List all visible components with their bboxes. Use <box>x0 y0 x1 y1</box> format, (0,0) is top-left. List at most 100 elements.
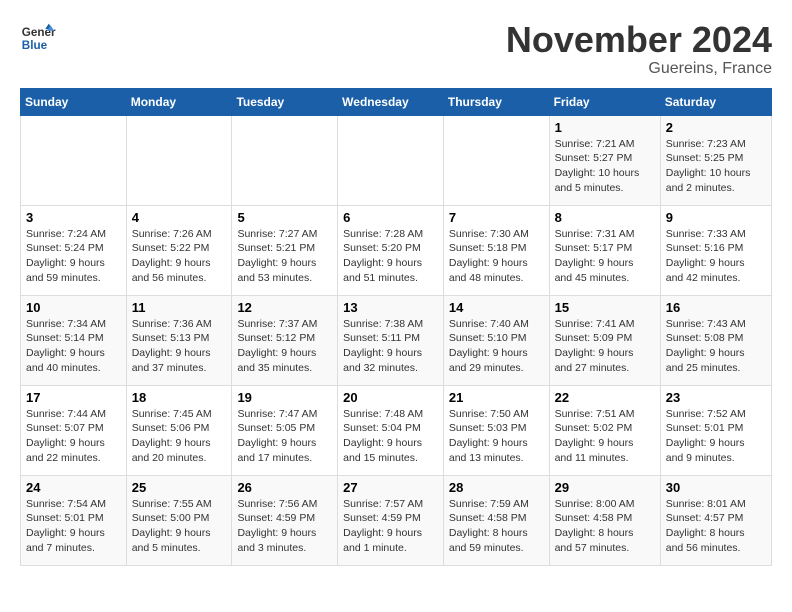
weekday-header-row: SundayMondayTuesdayWednesdayThursdayFrid… <box>21 88 772 115</box>
day-info: Sunrise: 7:31 AM Sunset: 5:17 PM Dayligh… <box>555 227 655 286</box>
day-info: Sunrise: 7:54 AM Sunset: 5:01 PM Dayligh… <box>26 497 121 556</box>
weekday-header-wednesday: Wednesday <box>338 88 444 115</box>
calendar-cell: 17 Sunrise: 7:44 AM Sunset: 5:07 PM Dayli… <box>21 385 127 475</box>
calendar-cell: 14 Sunrise: 7:40 AM Sunset: 5:10 PM Dayli… <box>443 295 549 385</box>
calendar-cell: 12 Sunrise: 7:37 AM Sunset: 5:12 PM Dayli… <box>232 295 338 385</box>
calendar-table: SundayMondayTuesdayWednesdayThursdayFrid… <box>20 88 772 566</box>
day-number: 10 <box>26 300 121 315</box>
day-info: Sunrise: 7:37 AM Sunset: 5:12 PM Dayligh… <box>237 317 332 376</box>
calendar-cell: 9 Sunrise: 7:33 AM Sunset: 5:16 PM Daylig… <box>660 205 771 295</box>
day-number: 1 <box>555 120 655 135</box>
week-row-1: 1 Sunrise: 7:21 AM Sunset: 5:27 PM Daylig… <box>21 115 772 205</box>
day-info: Sunrise: 7:43 AM Sunset: 5:08 PM Dayligh… <box>666 317 766 376</box>
week-row-5: 24 Sunrise: 7:54 AM Sunset: 5:01 PM Dayli… <box>21 475 772 565</box>
calendar-cell: 26Sunrise: 7:56 AM Sunset: 4:59 PM Dayli… <box>232 475 338 565</box>
day-number: 22 <box>555 390 655 405</box>
calendar-cell: 20 Sunrise: 7:48 AM Sunset: 5:04 PM Dayli… <box>338 385 444 475</box>
day-number: 28 <box>449 480 544 495</box>
calendar-cell: 15Sunrise: 7:41 AM Sunset: 5:09 PM Dayli… <box>549 295 660 385</box>
weekday-header-saturday: Saturday <box>660 88 771 115</box>
day-info: Sunrise: 7:40 AM Sunset: 5:10 PM Dayligh… <box>449 317 544 376</box>
calendar-cell <box>126 115 232 205</box>
day-number: 12 <box>237 300 332 315</box>
day-info: Sunrise: 7:59 AM Sunset: 4:58 PM Dayligh… <box>449 497 544 556</box>
page-header: General Blue November 2024 Guereins, Fra… <box>20 20 772 78</box>
day-number: 24 <box>26 480 121 495</box>
calendar-cell: 28 Sunrise: 7:59 AM Sunset: 4:58 PM Dayli… <box>443 475 549 565</box>
weekday-header-thursday: Thursday <box>443 88 549 115</box>
day-number: 5 <box>237 210 332 225</box>
calendar-cell: 23 Sunrise: 7:52 AM Sunset: 5:01 PM Dayli… <box>660 385 771 475</box>
calendar-cell: 25 Sunrise: 7:55 AM Sunset: 5:00 PM Dayli… <box>126 475 232 565</box>
day-number: 21 <box>449 390 544 405</box>
day-info: Sunrise: 7:44 AM Sunset: 5:07 PM Dayligh… <box>26 407 121 466</box>
day-number: 3 <box>26 210 121 225</box>
day-info: Sunrise: 7:28 AM Sunset: 5:20 PM Dayligh… <box>343 227 438 286</box>
day-number: 19 <box>237 390 332 405</box>
calendar-cell: 16 Sunrise: 7:43 AM Sunset: 5:08 PM Dayli… <box>660 295 771 385</box>
day-info: Sunrise: 7:41 AM Sunset: 5:09 PM Dayligh… <box>555 317 655 376</box>
calendar-cell: 3 Sunrise: 7:24 AM Sunset: 5:24 PM Daylig… <box>21 205 127 295</box>
day-info: Sunrise: 7:57 AM Sunset: 4:59 PM Dayligh… <box>343 497 438 556</box>
calendar-cell: 11Sunrise: 7:36 AM Sunset: 5:13 PM Dayli… <box>126 295 232 385</box>
day-number: 17 <box>26 390 121 405</box>
day-number: 9 <box>666 210 766 225</box>
calendar-cell: 8Sunrise: 7:31 AM Sunset: 5:17 PM Daylig… <box>549 205 660 295</box>
day-info: Sunrise: 7:52 AM Sunset: 5:01 PM Dayligh… <box>666 407 766 466</box>
calendar-cell: 5 Sunrise: 7:27 AM Sunset: 5:21 PM Daylig… <box>232 205 338 295</box>
day-info: Sunrise: 7:48 AM Sunset: 5:04 PM Dayligh… <box>343 407 438 466</box>
day-info: Sunrise: 7:21 AM Sunset: 5:27 PM Dayligh… <box>555 137 655 196</box>
logo: General Blue <box>20 20 56 56</box>
day-info: Sunrise: 7:36 AM Sunset: 5:13 PM Dayligh… <box>132 317 227 376</box>
calendar-cell: 2Sunrise: 7:23 AM Sunset: 5:25 PM Daylig… <box>660 115 771 205</box>
calendar-cell <box>338 115 444 205</box>
day-number: 2 <box>666 120 766 135</box>
day-info: Sunrise: 7:33 AM Sunset: 5:16 PM Dayligh… <box>666 227 766 286</box>
calendar-cell: 7 Sunrise: 7:30 AM Sunset: 5:18 PM Daylig… <box>443 205 549 295</box>
day-info: Sunrise: 8:00 AM Sunset: 4:58 PM Dayligh… <box>555 497 655 556</box>
calendar-cell: 30Sunrise: 8:01 AM Sunset: 4:57 PM Dayli… <box>660 475 771 565</box>
calendar-cell: 21 Sunrise: 7:50 AM Sunset: 5:03 PM Dayli… <box>443 385 549 475</box>
day-info: Sunrise: 7:30 AM Sunset: 5:18 PM Dayligh… <box>449 227 544 286</box>
day-number: 14 <box>449 300 544 315</box>
day-info: Sunrise: 7:47 AM Sunset: 5:05 PM Dayligh… <box>237 407 332 466</box>
calendar-cell: 6 Sunrise: 7:28 AM Sunset: 5:20 PM Daylig… <box>338 205 444 295</box>
day-number: 23 <box>666 390 766 405</box>
title-block: November 2024 Guereins, France <box>506 20 772 78</box>
day-number: 30 <box>666 480 766 495</box>
day-info: Sunrise: 7:34 AM Sunset: 5:14 PM Dayligh… <box>26 317 121 376</box>
day-info: Sunrise: 7:50 AM Sunset: 5:03 PM Dayligh… <box>449 407 544 466</box>
day-number: 25 <box>132 480 227 495</box>
svg-text:Blue: Blue <box>22 39 48 52</box>
day-info: Sunrise: 7:45 AM Sunset: 5:06 PM Dayligh… <box>132 407 227 466</box>
day-number: 4 <box>132 210 227 225</box>
month-title: November 2024 <box>506 20 772 60</box>
calendar-cell: 19 Sunrise: 7:47 AM Sunset: 5:05 PM Dayli… <box>232 385 338 475</box>
week-row-4: 17 Sunrise: 7:44 AM Sunset: 5:07 PM Dayli… <box>21 385 772 475</box>
calendar-cell: 24 Sunrise: 7:54 AM Sunset: 5:01 PM Dayli… <box>21 475 127 565</box>
week-row-2: 3 Sunrise: 7:24 AM Sunset: 5:24 PM Daylig… <box>21 205 772 295</box>
calendar-cell: 4Sunrise: 7:26 AM Sunset: 5:22 PM Daylig… <box>126 205 232 295</box>
day-number: 27 <box>343 480 438 495</box>
day-number: 7 <box>449 210 544 225</box>
day-info: Sunrise: 7:24 AM Sunset: 5:24 PM Dayligh… <box>26 227 121 286</box>
logo-icon: General Blue <box>20 20 56 56</box>
day-number: 20 <box>343 390 438 405</box>
day-info: Sunrise: 7:38 AM Sunset: 5:11 PM Dayligh… <box>343 317 438 376</box>
day-number: 13 <box>343 300 438 315</box>
weekday-header-sunday: Sunday <box>21 88 127 115</box>
location: Guereins, France <box>506 60 772 78</box>
day-number: 6 <box>343 210 438 225</box>
day-info: Sunrise: 7:55 AM Sunset: 5:00 PM Dayligh… <box>132 497 227 556</box>
weekday-header-monday: Monday <box>126 88 232 115</box>
day-info: Sunrise: 7:56 AM Sunset: 4:59 PM Dayligh… <box>237 497 332 556</box>
week-row-3: 10 Sunrise: 7:34 AM Sunset: 5:14 PM Dayli… <box>21 295 772 385</box>
day-number: 16 <box>666 300 766 315</box>
day-number: 29 <box>555 480 655 495</box>
weekday-header-tuesday: Tuesday <box>232 88 338 115</box>
day-number: 18 <box>132 390 227 405</box>
calendar-cell: 1 Sunrise: 7:21 AM Sunset: 5:27 PM Daylig… <box>549 115 660 205</box>
day-info: Sunrise: 7:27 AM Sunset: 5:21 PM Dayligh… <box>237 227 332 286</box>
calendar-cell: 13 Sunrise: 7:38 AM Sunset: 5:11 PM Dayli… <box>338 295 444 385</box>
weekday-header-friday: Friday <box>549 88 660 115</box>
